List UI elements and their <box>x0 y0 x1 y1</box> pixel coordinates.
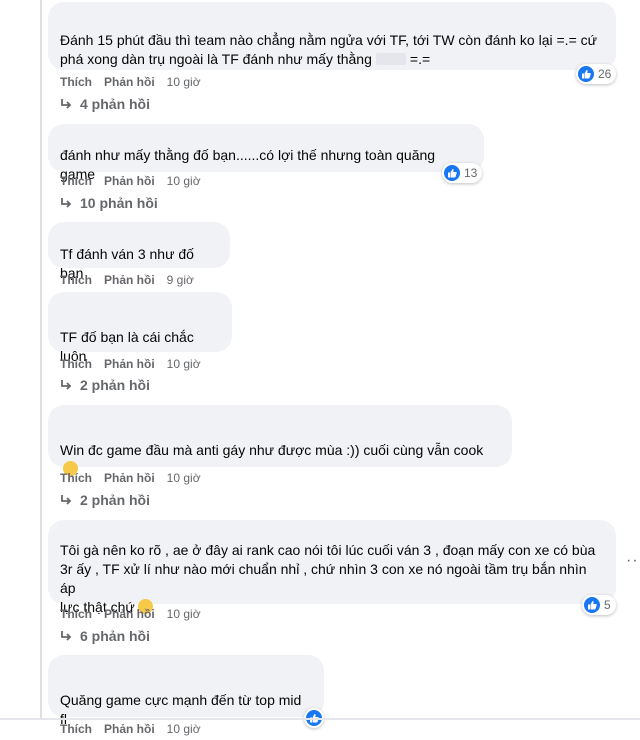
reply-button[interactable]: Phản hồi <box>104 174 155 188</box>
reaction-count[interactable]: 5 <box>582 595 616 615</box>
reaction-count-text: 13 <box>464 166 478 180</box>
comment-time[interactable]: 10 giờ <box>167 722 201 736</box>
like-button[interactable]: Thích <box>60 722 92 736</box>
divider <box>0 718 640 720</box>
comment-actions: Thích Phản hồi 10 giờ <box>60 471 201 485</box>
reaction-count-text: 5 <box>604 598 611 612</box>
comment-time[interactable]: 10 giờ <box>167 607 201 621</box>
reply-arrow-icon <box>61 631 72 641</box>
like-icon <box>444 165 460 181</box>
comment-actions: Thích Phản hồi 10 giờ <box>60 722 201 736</box>
view-replies-link[interactable]: 2 phản hồi <box>60 377 150 393</box>
reply-button[interactable]: Phản hồi <box>104 471 155 485</box>
comment-actions: Thích Phản hồi 9 giờ <box>60 273 194 287</box>
comment-time[interactable]: 10 giờ <box>167 471 201 485</box>
view-replies-link[interactable]: 4 phản hồi <box>60 96 150 112</box>
reaction-count[interactable]: 13 <box>442 163 483 183</box>
replies-count: 4 phản hồi <box>80 96 150 112</box>
like-button[interactable]: Thích <box>60 471 92 485</box>
redacted-name <box>375 53 406 65</box>
replies-count: 2 phản hồi <box>80 492 150 508</box>
like-icon <box>578 66 594 82</box>
like-button[interactable]: Thích <box>60 174 92 188</box>
replies-count: 6 phản hồi <box>80 628 150 644</box>
reply-button[interactable]: Phản hồi <box>104 607 155 621</box>
comment-actions: Thích Phản hồi 10 giờ <box>60 75 201 89</box>
view-replies-link[interactable]: 6 phản hồi <box>60 628 150 644</box>
comment-text: Tôi gà nên ko rõ , ae ở đây ai rank cao … <box>60 542 596 615</box>
replies-count: 10 phản hồi <box>80 195 158 211</box>
comment-time[interactable]: 10 giờ <box>167 75 201 89</box>
reply-arrow-icon <box>61 380 72 390</box>
reaction-count[interactable]: 26 <box>576 64 617 84</box>
like-button[interactable]: Thích <box>60 607 92 621</box>
comment-time[interactable]: 10 giờ <box>167 357 201 371</box>
reaction-count-text: 26 <box>598 67 612 81</box>
reply-button[interactable]: Phản hồi <box>104 357 155 371</box>
comment-actions: Thích Phản hồi 10 giờ <box>60 357 201 371</box>
comment-bubble: TF đố bạn là cái chắc luôn <box>48 292 232 364</box>
reply-button[interactable]: Phản hồi <box>104 273 155 287</box>
like-button[interactable]: Thích <box>60 273 92 287</box>
comment-time[interactable]: 10 giờ <box>167 174 201 188</box>
like-icon <box>584 597 600 613</box>
comment-bubble: Đánh 15 phút đầu thì team nào chẳng nằm … <box>48 2 616 70</box>
comment-bubble: Win đc game đầu mà anti gáy như được mùa… <box>48 405 512 476</box>
reply-button[interactable]: Phản hồi <box>104 75 155 89</box>
comment-text: Đánh 15 phút đầu thì team nào chẳng nằm … <box>60 32 598 67</box>
reply-arrow-icon <box>61 495 72 505</box>
view-replies-link[interactable]: 10 phản hồi <box>60 195 158 211</box>
more-options-icon[interactable]: ··· <box>626 553 640 569</box>
comment-bubble: Tôi gà nên ko rõ , ae ở đây ai rank cao … <box>48 520 616 615</box>
view-replies-link[interactable]: 2 phản hồi <box>60 492 150 508</box>
comment-actions: Thích Phản hồi 10 giờ <box>60 174 201 188</box>
reply-arrow-icon <box>61 198 72 208</box>
comment-time[interactable]: 9 giờ <box>167 273 194 287</box>
comment-actions: Thích Phản hồi 10 giờ <box>60 607 201 621</box>
comment-bubble: đánh như mấy thằng đố bạn......có lợi th… <box>48 124 484 182</box>
reply-button[interactable]: Phản hồi <box>104 722 155 736</box>
comment-bubble: Quăng game cực mạnh đến từ top mid fl <box>48 655 324 727</box>
thread-connector-line <box>40 0 42 720</box>
like-button[interactable]: Thích <box>60 75 92 89</box>
replies-count: 2 phản hồi <box>80 377 150 393</box>
reply-arrow-icon <box>61 99 72 109</box>
comment-bubble: Tf đánh ván 3 như đố bạn <box>48 222 230 281</box>
like-button[interactable]: Thích <box>60 357 92 371</box>
